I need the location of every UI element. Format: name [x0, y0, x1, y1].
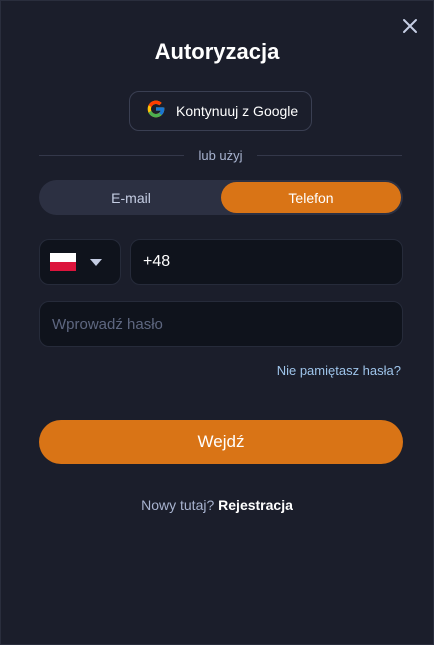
- forgot-password-link[interactable]: Nie pamiętasz hasła?: [277, 363, 401, 378]
- phone-input[interactable]: [130, 239, 403, 285]
- tab-phone[interactable]: Telefon: [221, 182, 401, 213]
- tab-email[interactable]: E-mail: [41, 182, 221, 213]
- login-method-tabs: E-mail Telefon: [39, 180, 403, 215]
- google-icon: [146, 99, 166, 124]
- password-input[interactable]: [39, 301, 403, 347]
- login-submit-button[interactable]: Wejdź: [39, 420, 403, 464]
- divider: lub użyj: [39, 147, 403, 163]
- auth-modal: Autoryzacja Kontynuuj z Google lub użyj …: [0, 0, 434, 645]
- divider-line-left: [39, 154, 185, 156]
- chevron-down-icon: [90, 258, 102, 266]
- divider-line-right: [256, 154, 403, 156]
- register-link[interactable]: Rejestracja: [218, 497, 293, 513]
- poland-flag-icon: [50, 253, 76, 271]
- modal-title: Autoryzacja: [154, 39, 280, 64]
- google-login-button[interactable]: Kontynuuj z Google: [129, 91, 312, 131]
- close-icon[interactable]: [399, 15, 421, 37]
- divider-text: lub użyj: [198, 147, 243, 163]
- register-row: Nowy tutaj? Rejestracja: [1, 497, 433, 513]
- google-button-label: Kontynuuj z Google: [176, 103, 299, 119]
- country-select[interactable]: [39, 239, 121, 285]
- register-question: Nowy tutaj?: [141, 497, 215, 513]
